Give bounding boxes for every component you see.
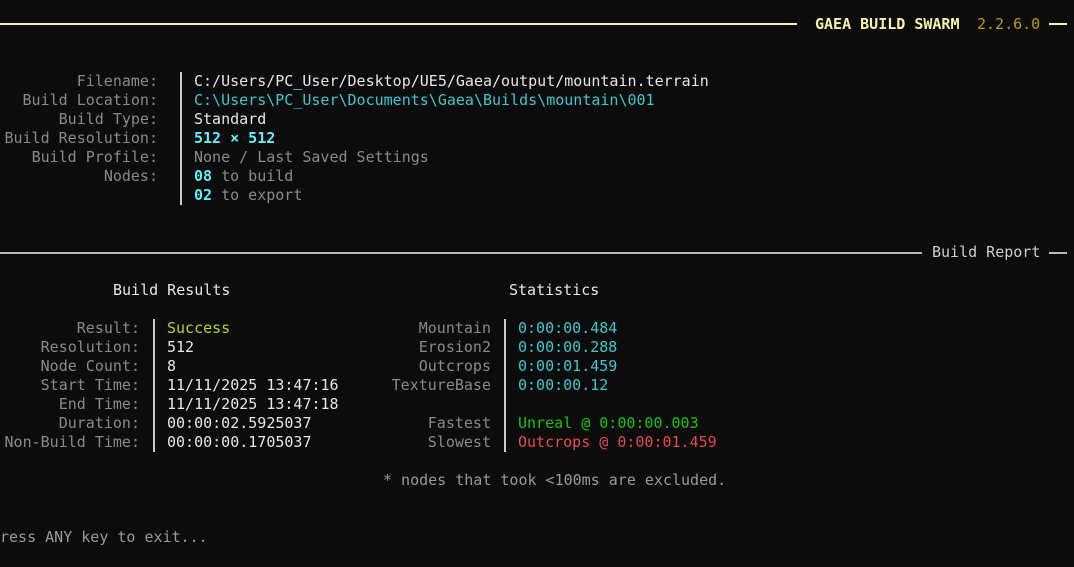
label-nodes: Nodes: [103, 167, 158, 185]
report-rule [0, 252, 922, 254]
app-version: 2.2.6.0 [977, 15, 1041, 33]
label-fastest: Fastest [427, 414, 491, 432]
nodes-build-text: to build [212, 167, 294, 185]
app-title: GAEA BUILD SWARM [815, 15, 960, 33]
label-build-location: Build Location: [22, 91, 158, 109]
value-node-count: 8 [167, 357, 177, 375]
exit-prompt: ress ANY key to exit... [0, 528, 208, 546]
label-resolution: Resolution: [40, 338, 140, 356]
value-result: Success [167, 319, 231, 337]
label-filename: Filename: [76, 72, 158, 90]
stat-time-mountain: 0:00:00.484 [518, 319, 618, 337]
nodes-export-text: to export [212, 186, 303, 204]
result-labels: Result: Resolution: Node Count: Start Ti… [0, 319, 140, 452]
build-results-heading: Build Results [113, 281, 231, 299]
value-build-profile: None / Last Saved Settings [194, 148, 429, 166]
label-build-type: Build Type: [58, 110, 158, 128]
info-values: C:/Users/PC_User/Desktop/UE5/Gaea/output… [194, 72, 709, 205]
results-divider [153, 319, 155, 452]
value-build-resolution: 512 × 512 [194, 129, 276, 147]
value-start-time: 11/11/2025 13:47:16 [167, 376, 339, 394]
value-non-build-time: 00:00:00.1705037 [167, 433, 312, 451]
label-build-resolution: Build Resolution: [4, 129, 158, 147]
value-end-time: 11/11/2025 13:47:18 [167, 395, 339, 413]
value-nodes-build: 08 to build [194, 167, 709, 186]
stat-node-texturebase: TextureBase [391, 376, 491, 394]
statistics-heading: Statistics [509, 281, 600, 299]
stat-time-texturebase: 0:00:00.12 [518, 376, 609, 394]
label-non-build-time: Non-Build Time: [4, 433, 140, 451]
value-duration: 00:00:02.5925037 [167, 414, 312, 432]
stat-values: 0:00:00.484 0:00:00.288 0:00:01.459 0:00… [518, 319, 717, 452]
value-build-type: Standard [194, 110, 267, 128]
stat-node-outcrops: Outcrops [418, 357, 491, 375]
label-slowest: Slowest [427, 433, 491, 451]
nodes-build-count: 08 [194, 167, 213, 185]
stat-node-mountain: Mountain [418, 319, 491, 337]
value-slowest: Outcrops @ 0:00:01.459 [518, 433, 717, 451]
stat-labels: Mountain Erosion2 Outcrops TextureBase F… [340, 319, 491, 452]
stat-time-erosion2: 0:00:00.288 [518, 338, 618, 356]
stat-node-erosion2: Erosion2 [418, 338, 491, 356]
report-rule-end [1049, 252, 1067, 254]
value-filename: C:/Users/PC_User/Desktop/UE5/Gaea/output… [194, 72, 709, 90]
label-node-count: Node Count: [40, 357, 140, 375]
label-start-time: Start Time: [40, 376, 140, 394]
info-divider [180, 72, 182, 205]
value-resolution: 512 [167, 338, 195, 356]
label-result: Result: [76, 319, 140, 337]
value-build-location: C:\Users\PC_User\Documents\Gaea\Builds\m… [194, 91, 655, 109]
header-rule [0, 23, 797, 25]
label-duration: Duration: [58, 414, 140, 432]
label-build-profile: Build Profile: [31, 148, 158, 166]
stat-time-outcrops: 0:00:01.459 [518, 357, 618, 375]
report-section-label: Build Report [932, 243, 1041, 261]
value-fastest: Unreal @ 0:00:00.003 [518, 414, 699, 432]
result-values: Success 512 8 11/11/2025 13:47:16 11/11/… [167, 319, 339, 452]
info-labels: Filename: Build Location: Build Type: Bu… [0, 72, 158, 186]
value-nodes-export: 02 to export [194, 186, 709, 205]
footnote: * nodes that took <100ms are excluded. [383, 471, 727, 489]
label-end-time: End Time: [58, 395, 140, 413]
header-rule-end [1049, 23, 1067, 25]
stats-divider [504, 319, 506, 452]
nodes-export-count: 02 [194, 186, 213, 204]
